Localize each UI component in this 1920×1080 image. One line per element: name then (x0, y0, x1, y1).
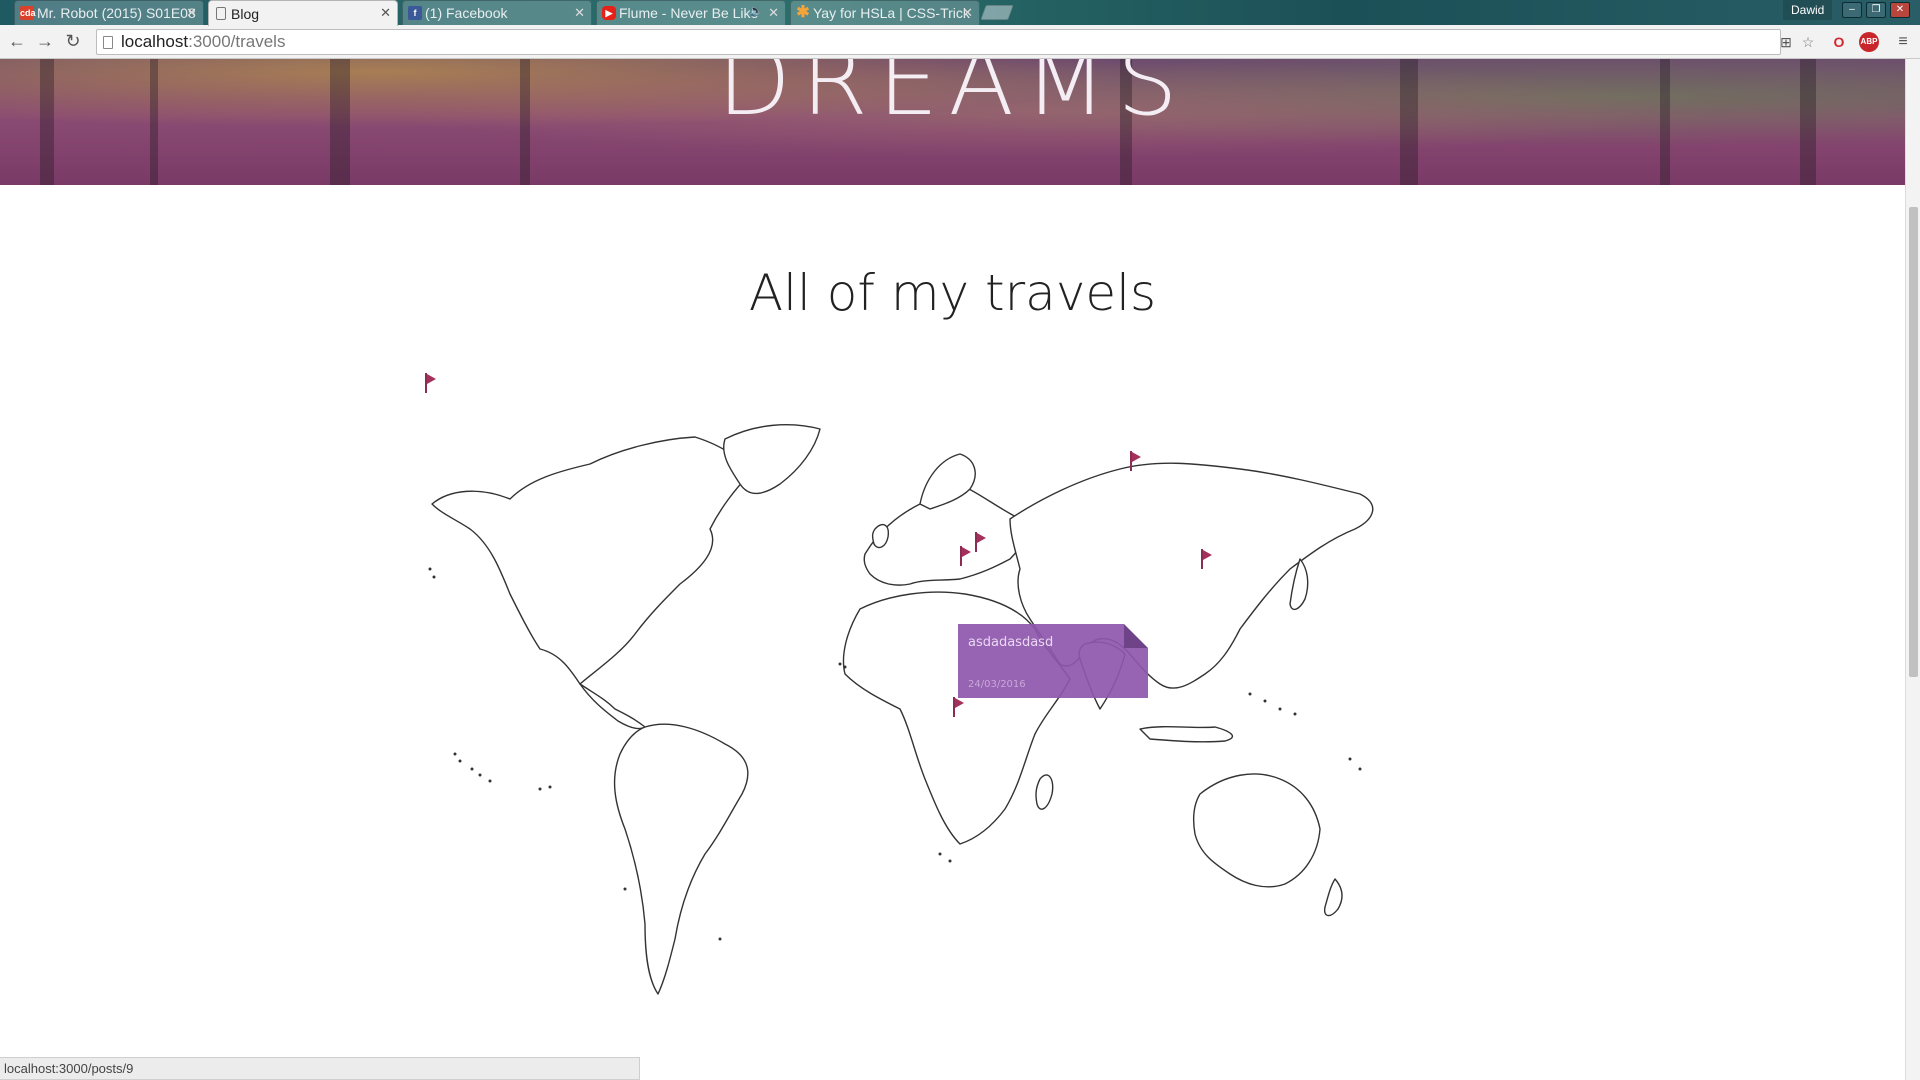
new-tab-button[interactable] (980, 5, 1014, 20)
travel-flag[interactable] (425, 373, 437, 393)
close-icon[interactable]: ✕ (574, 5, 585, 21)
page-icon (216, 7, 226, 20)
hero-banner: DREAMS (0, 59, 1905, 185)
scrollbar-thumb[interactable] (1909, 207, 1918, 677)
address-path: :3000/travels (188, 32, 286, 51)
hero-title: DREAMS (717, 59, 1188, 137)
minimize-icon[interactable]: – (1842, 2, 1862, 18)
browser-toolbar: ← → ↻ localhost:3000/travels ⊞ ☆ O ABP ≡ (0, 25, 1920, 59)
speaker-icon[interactable]: 🔈 (749, 4, 763, 17)
close-icon[interactable]: ✕ (962, 5, 973, 21)
close-icon[interactable]: ✕ (186, 5, 197, 21)
translate-icon[interactable]: ⊞ (1776, 32, 1796, 52)
travel-popup[interactable]: asdadasdasd 24/03/2016 (958, 624, 1148, 698)
adblock-icon[interactable]: ABP (1859, 32, 1879, 52)
tab-title: Mr. Robot (2015) S01E08 (37, 5, 196, 21)
tab-title: (1) Facebook (425, 5, 508, 21)
page-scrollbar[interactable] (1905, 59, 1920, 1080)
travel-flag[interactable] (1130, 451, 1142, 471)
tab-title: Blog (231, 5, 260, 22)
star-icon[interactable]: ☆ (1798, 32, 1818, 52)
status-bar-url: localhost:3000/posts/9 (0, 1057, 640, 1080)
popup-title: asdadasdasd (968, 635, 1054, 650)
tab-bar: cda Mr. Robot (2015) S01E08 ✕ Blog ✕ f (… (0, 0, 1920, 26)
page-title: All of my travels (748, 264, 1157, 322)
tab-title: Flume - Never Be Like (619, 5, 759, 21)
tab-facebook[interactable]: f (1) Facebook ✕ (402, 0, 592, 25)
menu-icon[interactable]: ≡ (1893, 32, 1913, 52)
popup-date: 24/03/2016 (968, 679, 1026, 690)
restore-icon[interactable]: ❐ (1866, 2, 1886, 18)
csstricks-icon: ✱ (796, 4, 810, 21)
world-map (428, 424, 1374, 995)
youtube-icon: ▶ (602, 6, 616, 20)
madagascar-outline (1035, 774, 1054, 810)
central-america-outline (579, 683, 646, 730)
travel-flag[interactable] (975, 532, 987, 552)
tab-mr-robot[interactable]: cda Mr. Robot (2015) S01E08 ✕ (14, 0, 204, 25)
tab-css-tricks[interactable]: ✱ Yay for HSLa | CSS-Trick ✕ (790, 0, 980, 25)
forward-icon[interactable]: → (34, 30, 56, 52)
page-icon (103, 36, 113, 49)
tab-flume[interactable]: ▶ Flume - Never Be Like 🔈 ✕ (596, 0, 786, 25)
facebook-icon: f (408, 6, 422, 20)
address-host: localhost (121, 32, 189, 51)
address-bar[interactable]: localhost:3000/travels (96, 29, 1781, 55)
tab-blog[interactable]: Blog ✕ (208, 0, 398, 26)
close-icon[interactable]: ✕ (768, 5, 779, 21)
page-viewport: DREAMS All of my travels asdadasdasd 24/… (0, 59, 1905, 1080)
back-icon[interactable]: ← (6, 30, 28, 52)
tab-title: Yay for HSLa | CSS-Trick (813, 5, 970, 21)
north-america-outline (431, 436, 751, 685)
reload-icon[interactable]: ↻ (62, 30, 84, 52)
opera-icon[interactable]: O (1829, 32, 1849, 52)
cda-icon: cda (20, 6, 36, 20)
south-america-outline (613, 723, 749, 995)
profile-button[interactable]: Dawid (1783, 0, 1833, 20)
close-window-icon[interactable]: ✕ (1890, 2, 1910, 18)
travel-flag[interactable] (1201, 549, 1213, 569)
australia-outline (1192, 773, 1321, 888)
new-zealand-outline (1323, 878, 1343, 917)
folded-corner (1124, 624, 1148, 648)
close-icon[interactable]: ✕ (380, 5, 391, 21)
travel-flag[interactable] (960, 546, 972, 566)
travel-flag[interactable] (953, 697, 965, 717)
indonesia-outline (1139, 726, 1234, 743)
